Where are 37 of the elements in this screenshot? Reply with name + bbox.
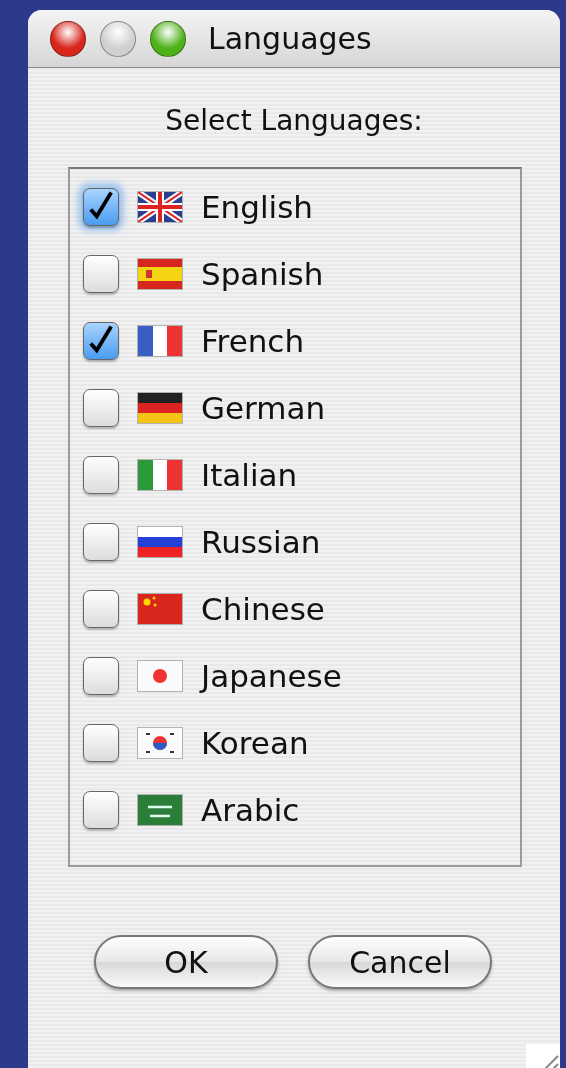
ok-button[interactable]: OK (94, 935, 278, 989)
language-label: Japanese (201, 657, 342, 694)
flag-icon (137, 592, 183, 625)
checkbox[interactable] (83, 388, 119, 427)
language-label: German (201, 389, 326, 426)
checkbox[interactable] (83, 522, 119, 561)
checkbox[interactable] (83, 254, 119, 293)
cancel-button[interactable]: Cancel (308, 935, 492, 989)
checkbox[interactable] (83, 589, 119, 628)
flag-icon (137, 726, 183, 759)
flag-icon (137, 190, 183, 223)
window-title: Languages (208, 21, 372, 56)
flag-icon (137, 257, 183, 290)
language-label: English (201, 188, 313, 225)
resize-grip-icon[interactable] (526, 1044, 560, 1068)
zoom-button[interactable] (150, 20, 186, 57)
checkbox[interactable] (83, 656, 119, 695)
language-label: French (201, 322, 305, 359)
language-label: Chinese (201, 590, 325, 627)
flag-icon (137, 458, 183, 491)
checkbox[interactable] (83, 790, 119, 829)
flag-icon (137, 324, 183, 357)
flag-icon (137, 659, 183, 692)
checkbox[interactable] (83, 723, 119, 762)
language-label: Spanish (201, 255, 324, 292)
flag-icon (137, 525, 183, 558)
checkbox[interactable] (83, 321, 119, 360)
minimize-button[interactable] (100, 20, 136, 57)
language-label: Korean (201, 724, 309, 761)
language-label: Arabic (201, 791, 300, 828)
flag-icon (137, 793, 183, 826)
language-label: Italian (201, 456, 298, 493)
close-button[interactable] (50, 20, 86, 57)
checkbox[interactable] (83, 455, 119, 494)
language-label: Russian (201, 523, 321, 560)
flag-icon (137, 391, 183, 424)
heading: Select Languages: (164, 104, 424, 137)
